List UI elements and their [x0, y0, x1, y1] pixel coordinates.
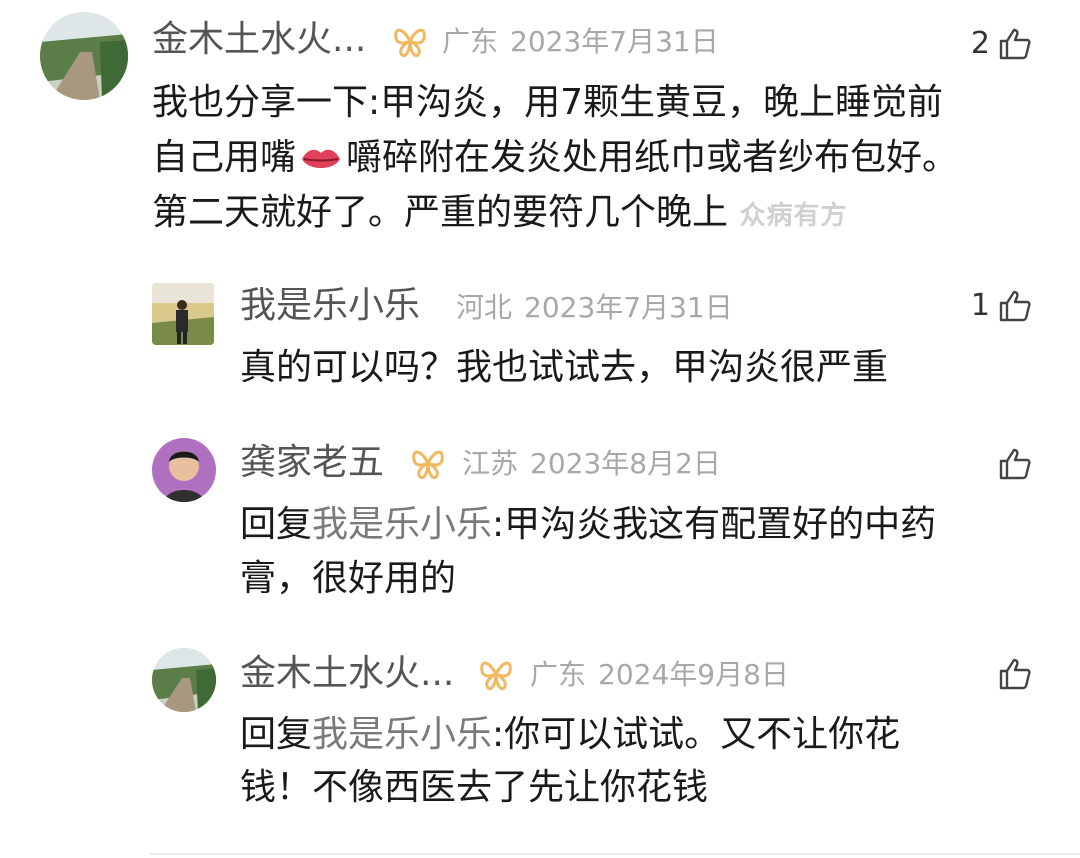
- comment-meta: 广东 2023年7月31日: [442, 22, 719, 62]
- thumbs-up-icon: [999, 448, 1031, 480]
- like-count: 2: [970, 26, 990, 61]
- like-button[interactable]: [998, 442, 1032, 486]
- comment-meta: 河北 2023年7月31日: [456, 288, 733, 328]
- butterfly-badge-icon: [412, 450, 444, 480]
- comment-line: 我也分享一下:甲沟炎，用7颗生黄豆，晚上睡觉前: [152, 82, 944, 123]
- region: 江苏: [462, 447, 519, 480]
- mention-link[interactable]: 我是乐小乐: [312, 504, 492, 545]
- username[interactable]: 龚家老五: [240, 441, 384, 485]
- username[interactable]: 我是乐小乐: [240, 284, 420, 328]
- like-count: 1: [970, 288, 990, 323]
- comment-line: 自己用嘴 嚼碎附在发炎处用纸巾或者纱布包好。: [152, 130, 958, 185]
- comment-text: 第二天就好了。严重的要符几个晚上: [152, 192, 729, 233]
- thumbs-up-icon: [999, 28, 1031, 60]
- reply-text: :甲沟炎我这有配置好的中药: [492, 504, 937, 545]
- date: 2023年7月31日: [524, 291, 733, 324]
- avatar[interactable]: [152, 648, 216, 712]
- butterfly-badge-icon: [480, 661, 512, 691]
- date: 2024年9月8日: [598, 658, 789, 691]
- username[interactable]: 金木土水火...: [240, 652, 454, 696]
- avatar-road-image: [40, 12, 128, 100]
- date: 2023年8月2日: [530, 447, 721, 480]
- divider: [150, 853, 1080, 855]
- avatar[interactable]: [152, 283, 214, 345]
- like-button[interactable]: [998, 652, 1032, 696]
- like-button[interactable]: 2: [971, 22, 1032, 66]
- reply-line: 钱！不像西医去了先让你花钱: [240, 767, 709, 808]
- watermark: 众病有方: [739, 201, 848, 231]
- thumbs-up-icon: [999, 658, 1031, 690]
- reply-line: 膏，很好用的: [240, 558, 457, 599]
- butterfly-badge-icon: [394, 28, 426, 58]
- comment-line: 第二天就好了。严重的要符几个晚上 众病有方: [152, 185, 847, 244]
- lips-emoji-icon: [302, 149, 341, 168]
- reply-line: 回复我是乐小乐:甲沟炎我这有配置好的中药: [240, 497, 936, 552]
- reply-prefix: 回复: [240, 504, 313, 545]
- avatar[interactable]: [152, 438, 216, 502]
- thumbs-up-icon: [999, 290, 1031, 322]
- region: 广东: [530, 658, 587, 691]
- reply-line: 回复我是乐小乐:你可以试试。又不让你花: [240, 707, 900, 762]
- comment-text: 自己用嘴: [152, 137, 297, 178]
- region: 河北: [456, 291, 513, 324]
- reply-line: 真的可以吗？我也试试去，甲沟炎很严重: [240, 347, 889, 388]
- reply-text: :你可以试试。又不让你花: [492, 714, 901, 755]
- avatar[interactable]: [40, 12, 128, 100]
- avatar-portrait-image: [152, 438, 216, 502]
- avatar-person-image: [152, 283, 214, 345]
- avatar-road-image: [152, 648, 216, 712]
- reply-prefix: 回复: [240, 714, 313, 755]
- comment-meta: 广东 2024年9月8日: [530, 655, 789, 695]
- username[interactable]: 金木土水火...: [152, 18, 366, 62]
- mention-link[interactable]: 我是乐小乐: [312, 714, 492, 755]
- comment-meta: 江苏 2023年8月2日: [462, 444, 721, 484]
- comment-text: 嚼碎附在发炎处用纸巾或者纱布包好。: [346, 137, 959, 178]
- date: 2023年7月31日: [510, 25, 719, 58]
- region: 广东: [442, 25, 499, 58]
- like-button[interactable]: 1: [971, 284, 1032, 328]
